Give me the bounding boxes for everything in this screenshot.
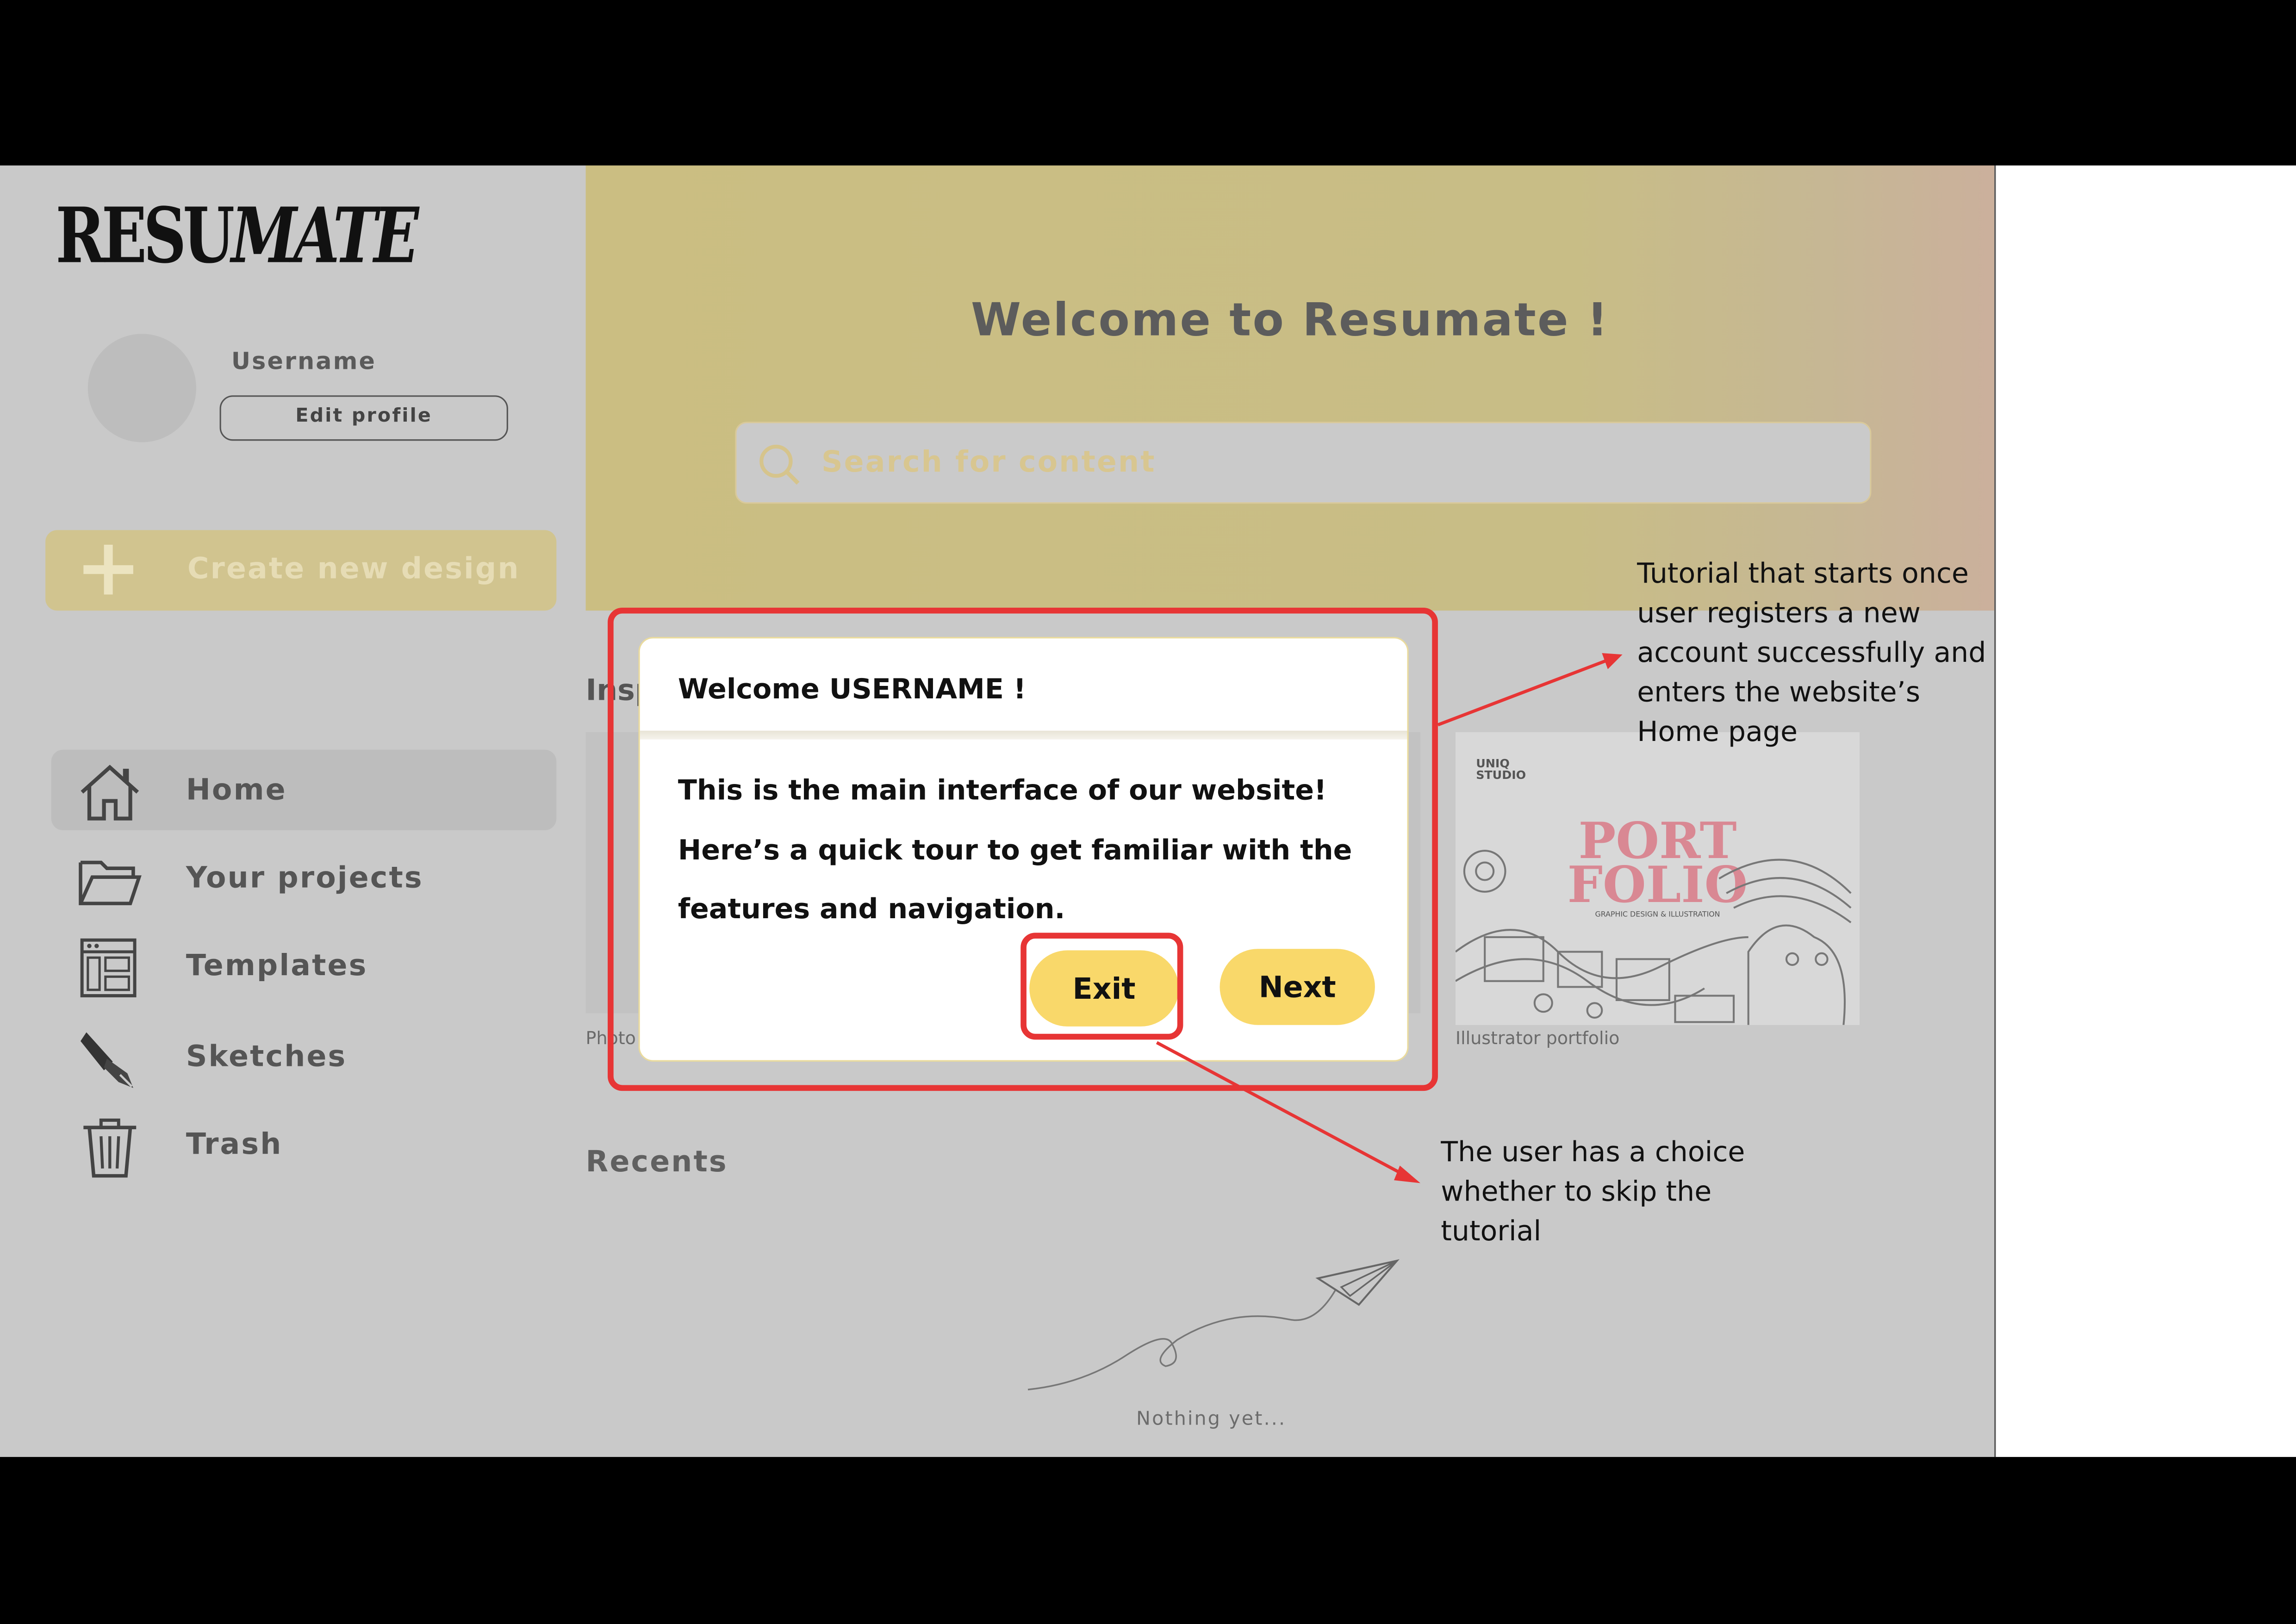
annotation-arrow-skip (1156, 1041, 1410, 1179)
annotation-arrow-tutorial (1437, 657, 1612, 727)
annotation-arrows (1156, 653, 1623, 1183)
mockup-canvas: RESUMATE Username Edit profile Create ne… (0, 0, 2296, 1624)
skip-annotation: The user has a choice whether to skip th… (1441, 1136, 1745, 1248)
tutorial-annotation: Tutorial that starts once user registers… (1637, 558, 1986, 748)
